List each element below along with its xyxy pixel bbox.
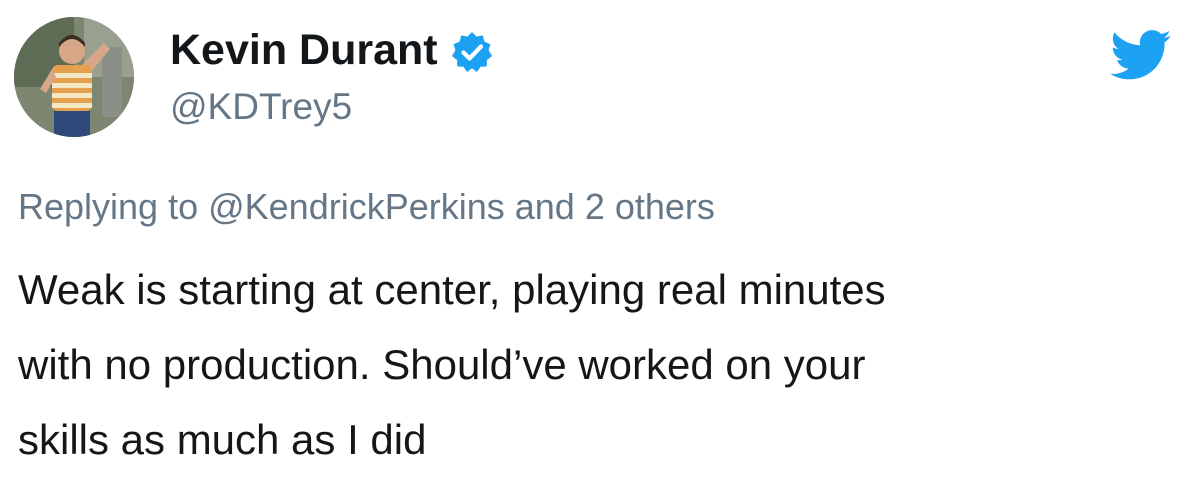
author-handle[interactable]: @KDTrey5 — [170, 86, 352, 128]
tweet-text-line: Weak is starting at center, playing real… — [18, 266, 886, 313]
author-name-row: Kevin Durant — [170, 20, 494, 80]
avatar[interactable] — [14, 17, 134, 137]
twitter-bird-icon[interactable] — [1110, 30, 1172, 80]
verified-badge-icon — [450, 30, 494, 74]
author-display-name[interactable]: Kevin Durant — [170, 26, 438, 75]
tweet-text-line: with no production. Should’ve worked on … — [18, 341, 866, 388]
avatar-image — [14, 17, 134, 137]
tweet-card: Kevin Durant @KDTrey5 Replying to @Kendr… — [0, 0, 1200, 500]
tweet-body: Weak is starting at center, playing real… — [18, 252, 1178, 477]
reply-context[interactable]: Replying to @KendrickPerkins and 2 other… — [18, 186, 715, 228]
tweet-text-line: skills as much as I did — [18, 416, 427, 463]
